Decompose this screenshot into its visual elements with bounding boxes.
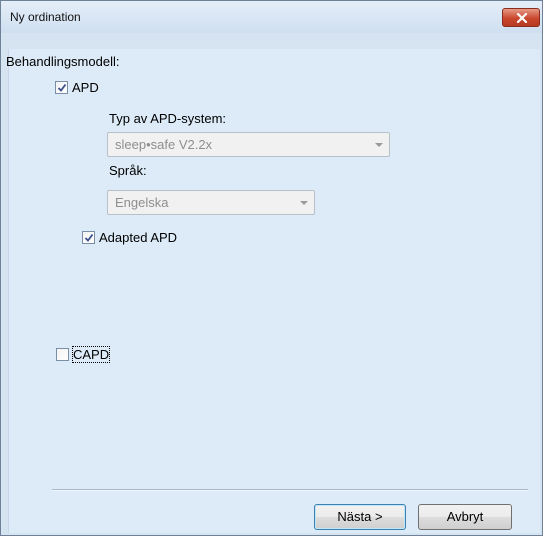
- capd-label[interactable]: CAPD: [71, 346, 111, 363]
- language-label: Språk:: [109, 163, 147, 178]
- dialog-content: [8, 49, 540, 535]
- adapted-apd-checkbox[interactable]: [82, 231, 95, 244]
- adapted-apd-checkbox-row[interactable]: Adapted APD: [82, 230, 177, 245]
- capd-checkbox[interactable]: [56, 348, 69, 361]
- checkmark-icon: [84, 233, 94, 242]
- title-bar: Ny ordination: [1, 1, 542, 33]
- apd-label[interactable]: APD: [72, 80, 99, 95]
- cancel-button[interactable]: Avbryt: [418, 504, 512, 530]
- apd-checkbox[interactable]: [55, 81, 68, 94]
- close-button[interactable]: [502, 8, 540, 27]
- next-button[interactable]: Nästa >: [314, 504, 406, 530]
- treatment-model-label: Behandlingsmodell:: [6, 54, 120, 69]
- chevron-down-icon: [375, 143, 383, 147]
- window-title: Ny ordination: [10, 10, 81, 24]
- capd-checkbox-row[interactable]: CAPD: [56, 346, 111, 363]
- language-value: Engelska: [115, 195, 169, 210]
- window-bottom-edge: [1, 533, 542, 535]
- chevron-down-icon: [300, 201, 308, 205]
- apd-checkbox-row[interactable]: APD: [55, 80, 99, 95]
- language-select[interactable]: Engelska: [107, 190, 315, 215]
- button-separator: [52, 489, 528, 491]
- dialog-window: Ny ordination Behandlingsmodell: APD Typ…: [0, 0, 543, 536]
- checkmark-icon: [57, 83, 67, 92]
- apd-system-value: sleep•safe V2.2x: [115, 137, 213, 152]
- adapted-apd-label[interactable]: Adapted APD: [99, 230, 177, 245]
- close-icon: [516, 13, 528, 23]
- apd-system-label: Typ av APD-system:: [109, 111, 227, 126]
- apd-system-select[interactable]: sleep•safe V2.2x: [107, 132, 390, 157]
